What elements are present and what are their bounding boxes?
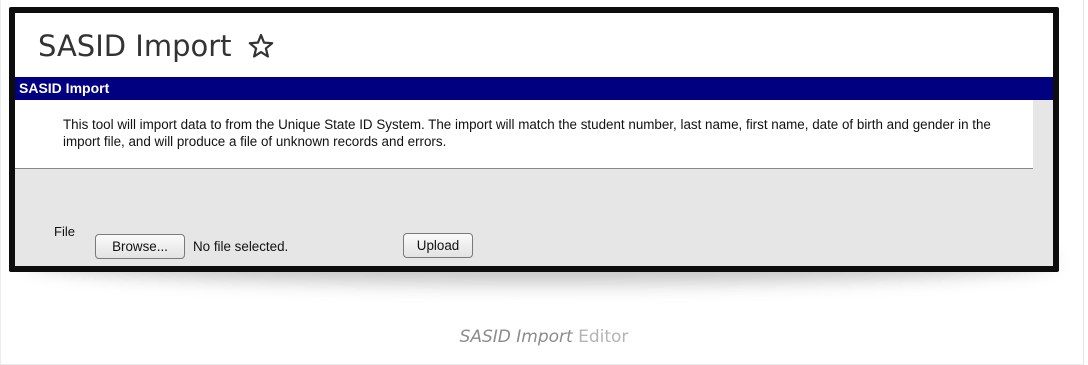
page-title: SASID Import — [38, 29, 232, 63]
panel-header-bar: SASID Import — [15, 77, 1053, 100]
image-caption: SASID Import Editor — [0, 326, 1088, 348]
title-area: SASID Import — [15, 13, 1053, 77]
upload-button[interactable]: Upload — [403, 233, 473, 258]
caption-main: SASID Import — [459, 327, 573, 347]
upload-form: File Browse... No file selected. Upload — [15, 169, 1053, 266]
page-left-rule — [0, 0, 1, 365]
caption-suffix: Editor — [578, 327, 629, 347]
description-box: This tool will import data to from the U… — [15, 100, 1033, 169]
browse-button[interactable]: Browse... — [95, 234, 185, 259]
screenshot-frame: SASID Import SASID Import This tool will… — [9, 7, 1059, 272]
file-status-text: No file selected. — [193, 239, 289, 254]
star-outline-icon[interactable] — [247, 32, 275, 60]
file-field-label: File — [54, 224, 75, 239]
tool-description: This tool will import data to from the U… — [63, 117, 991, 149]
page-right-rule — [1083, 0, 1084, 365]
panel-header-label: SASID Import — [19, 80, 110, 96]
